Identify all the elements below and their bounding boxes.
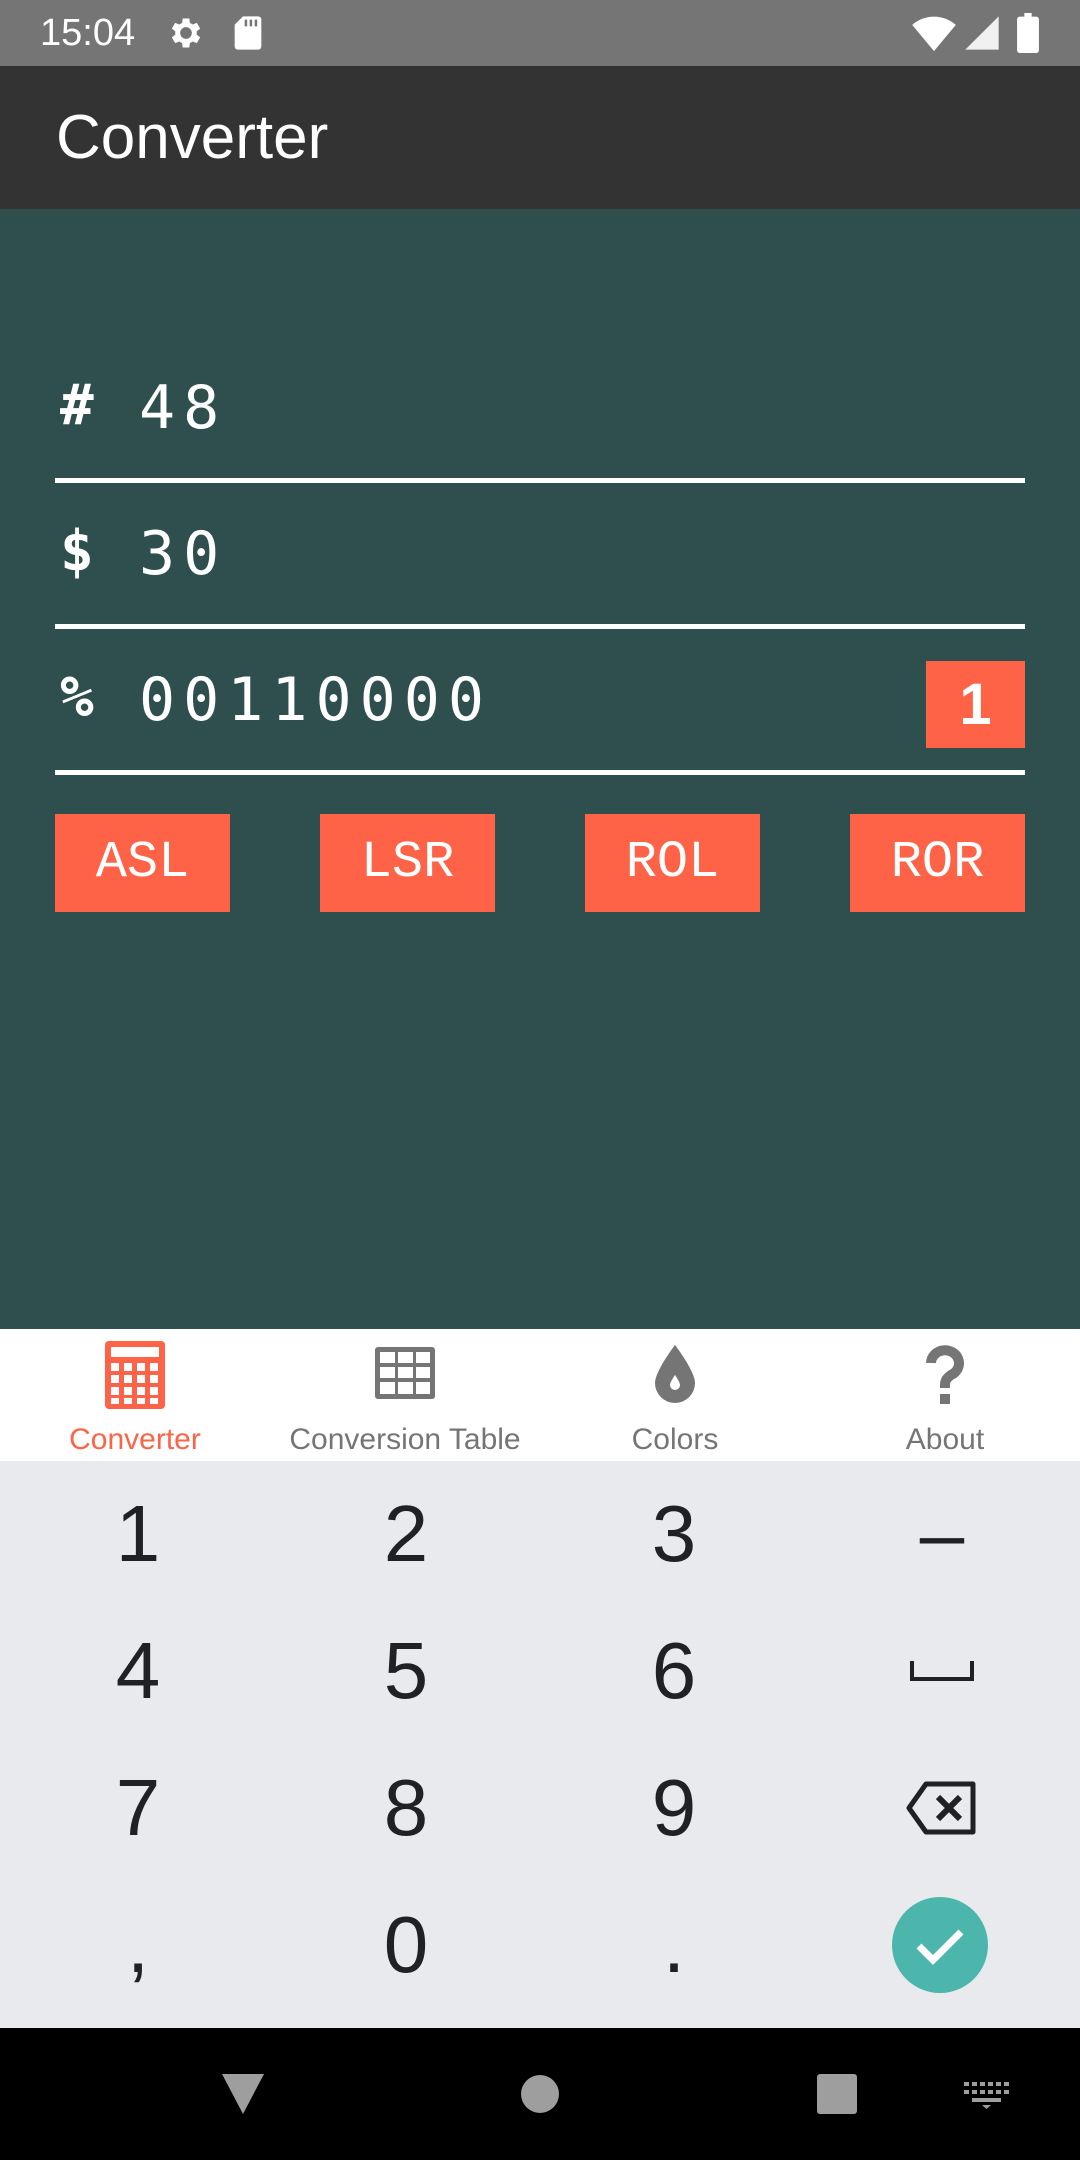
binary-value[interactable]: 00110000 [139, 665, 492, 735]
ror-button[interactable]: ROR [850, 814, 1025, 912]
converter-panel: # 48 $ 30 % 00110000 1 ASL LSR ROL ROR [0, 209, 1080, 1329]
key-9[interactable]: 9 [540, 1740, 808, 1876]
nav-label-about: About [905, 1423, 985, 1456]
nav-item-colors[interactable]: Colors [540, 1329, 810, 1461]
sd-card-icon [228, 13, 268, 53]
backspace-icon [906, 1781, 976, 1835]
hex-field[interactable]: $ 30 [55, 483, 1025, 629]
enter-key[interactable] [892, 1897, 988, 1993]
page-title: Converter [56, 103, 329, 172]
checkmark-icon [916, 1929, 964, 1965]
binary-field[interactable]: % 00110000 1 [55, 629, 1025, 775]
decimal-field[interactable]: # 48 [55, 337, 1025, 483]
key-0[interactable]: 0 [272, 1877, 540, 2013]
key-4[interactable]: 4 [4, 1603, 272, 1739]
key-space[interactable] [808, 1603, 1076, 1739]
decimal-prefix: # [60, 373, 94, 438]
bottom-navigation: Converter Conversion Table Colors About [0, 1329, 1080, 1461]
status-time: 15:04 [40, 12, 136, 54]
app-bar: Converter [0, 66, 1080, 209]
binary-underline [55, 770, 1025, 775]
battery-icon [1016, 13, 1040, 53]
nav-label-colors: Colors [631, 1423, 719, 1456]
bit-toggle-button[interactable]: 1 [926, 661, 1025, 748]
system-navigation-bar [0, 2028, 1080, 2160]
nav-item-conversion-table[interactable]: Conversion Table [270, 1329, 540, 1461]
lsr-button[interactable]: LSR [320, 814, 495, 912]
binary-prefix: % [60, 665, 94, 730]
recents-square-icon[interactable] [817, 2074, 857, 2119]
wifi-icon [912, 13, 956, 53]
calculator-icon [101, 1341, 169, 1409]
hex-value[interactable]: 30 [139, 519, 227, 589]
table-grid-icon [371, 1341, 439, 1409]
back-triangle-icon[interactable] [220, 2072, 266, 2121]
key-3[interactable]: 3 [540, 1466, 808, 1602]
key-1[interactable]: 1 [4, 1466, 272, 1602]
status-bar: 15:04 [0, 0, 1080, 66]
cell-signal-icon [962, 13, 1002, 53]
decimal-value[interactable]: 48 [139, 373, 227, 443]
key-minus[interactable]: – [808, 1466, 1076, 1602]
key-period[interactable]: . [540, 1877, 808, 2013]
numeric-keyboard: 1 2 3 – 4 5 6 7 8 9 , 0 . [0, 1461, 1080, 2028]
nav-item-converter[interactable]: Converter [0, 1329, 270, 1461]
keyboard-switch-icon[interactable] [962, 2080, 1010, 2115]
rol-button[interactable]: ROL [585, 814, 760, 912]
key-2[interactable]: 2 [272, 1466, 540, 1602]
key-5[interactable]: 5 [272, 1603, 540, 1739]
key-comma[interactable]: , [4, 1877, 272, 2013]
home-circle-icon[interactable] [520, 2074, 560, 2119]
key-7[interactable]: 7 [4, 1740, 272, 1876]
nav-label-conversion-table: Conversion Table [289, 1423, 521, 1456]
asl-button[interactable]: ASL [55, 814, 230, 912]
space-bar-icon [910, 1661, 974, 1681]
nav-label-converter: Converter [69, 1423, 201, 1456]
question-icon [911, 1341, 979, 1409]
drop-icon [641, 1341, 709, 1409]
key-backspace[interactable] [808, 1740, 1076, 1876]
nav-item-about[interactable]: About [810, 1329, 1080, 1461]
hex-prefix: $ [60, 519, 94, 584]
gear-icon [166, 13, 206, 53]
key-8[interactable]: 8 [272, 1740, 540, 1876]
key-6[interactable]: 6 [540, 1603, 808, 1739]
